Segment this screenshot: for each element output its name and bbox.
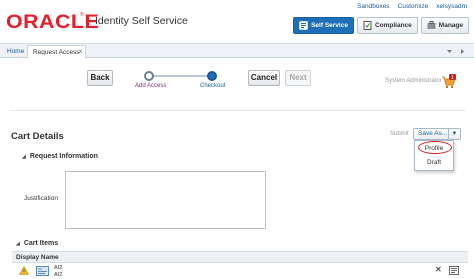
train-label-checkout: Checkout — [200, 83, 226, 89]
request-information-label: Request Information — [29, 153, 98, 160]
tab-scroll-icon[interactable] — [459, 48, 466, 55]
justification-label: Justification — [24, 195, 58, 202]
save-as-button[interactable]: Save As... ▼ — [413, 128, 461, 140]
request-information-header[interactable]: ◢ Request Information — [22, 153, 98, 160]
cart-icon[interactable]: 1 — [441, 74, 457, 90]
manage-label: Manage — [438, 22, 463, 29]
app-title: Identity Self Service — [95, 15, 188, 27]
table-header: Display Name — [12, 251, 468, 263]
item-description: AI2 — [54, 272, 63, 278]
train-label-add-access[interactable]: Add Access — [135, 83, 166, 89]
section-divider — [10, 110, 466, 111]
train-step-checkout[interactable] — [207, 71, 217, 81]
oracle-logo: ORACLE — [6, 12, 100, 33]
user-menu-link[interactable]: xelsysadm — [436, 3, 467, 10]
sandboxes-link[interactable]: Sandboxes — [357, 3, 390, 10]
requester-name: System Administrator — [385, 78, 442, 84]
menu-item-draft[interactable]: Draft — [415, 159, 453, 166]
chevron-down-icon[interactable]: ▼ — [448, 129, 460, 139]
remove-item-icon[interactable]: ✕ — [435, 265, 442, 274]
app-header: ORACLE ® Identity Self Service Sandboxes… — [0, 0, 474, 42]
tab-home[interactable]: Home — [2, 45, 29, 58]
cart-details-title: Cart Details — [11, 131, 64, 142]
collapse-triangle-icon: ◢ — [16, 241, 20, 247]
tab-request-access[interactable]: Request Access x — [27, 45, 86, 59]
cart-items-label: Cart Items — [23, 240, 59, 247]
train-connector — [150, 75, 213, 77]
compliance-button[interactable]: Compliance — [356, 17, 418, 34]
justification-field[interactable] — [65, 171, 266, 229]
table-row[interactable]: AI2 AI2 ✕ — [12, 263, 468, 279]
column-display-name[interactable]: Display Name — [16, 254, 59, 261]
close-tab-icon[interactable]: x — [79, 46, 82, 59]
tab-request-access-label: Request Access — [33, 49, 80, 56]
collapse-triangle-icon: ◢ — [22, 154, 26, 160]
submit-button[interactable]: Submit — [390, 131, 409, 137]
cart-count: 1 — [451, 75, 454, 81]
tab-list-icon[interactable] — [446, 48, 453, 55]
highlight-annotation — [418, 141, 452, 154]
next-button[interactable]: Next — [285, 70, 311, 86]
customize-link[interactable]: Customize — [398, 3, 429, 10]
save-as-label: Save As... — [418, 130, 448, 137]
self-service-button[interactable]: Self Service — [293, 17, 354, 34]
manage-icon — [427, 21, 436, 29]
self-service-label: Self Service — [311, 22, 348, 29]
manage-button[interactable]: Manage — [420, 17, 469, 34]
compliance-icon — [363, 21, 372, 30]
self-service-icon — [299, 21, 309, 30]
configure-icon[interactable] — [449, 266, 459, 275]
entitlement-icon — [36, 266, 49, 276]
back-button[interactable]: Back — [87, 70, 113, 86]
utility-links: Sandboxes Customize xelsysadm — [357, 3, 467, 10]
cart-items-header[interactable]: ◢ Cart Items — [16, 240, 58, 247]
top-nav-buttons: Self Service Compliance Manage — [293, 17, 469, 34]
tab-bar: Home Request Access x — [0, 43, 474, 59]
logo-registered-mark: ® — [80, 12, 84, 18]
train-step-add-access[interactable] — [144, 71, 154, 81]
compliance-label: Compliance — [374, 22, 412, 29]
item-display-name: AI2 — [54, 265, 63, 271]
warning-icon — [19, 266, 29, 275]
cancel-button[interactable]: Cancel — [248, 70, 280, 86]
